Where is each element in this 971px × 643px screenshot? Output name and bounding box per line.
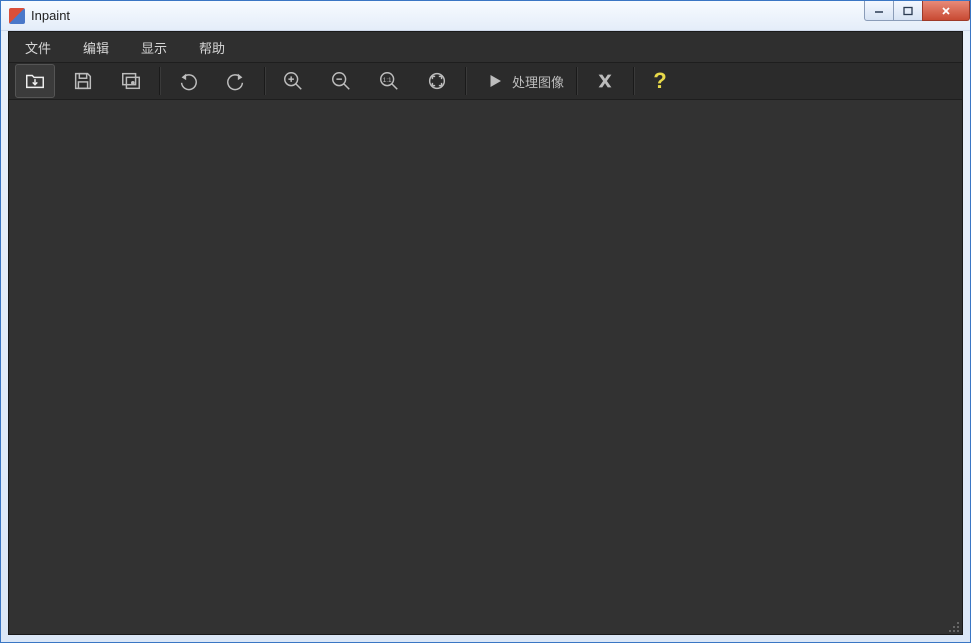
maximize-button[interactable] (893, 1, 923, 21)
app-window: Inpaint 文件 编辑 显示 帮助 (0, 0, 971, 643)
zoom-fit-icon (426, 70, 448, 92)
redo-button[interactable] (216, 64, 256, 98)
close-button[interactable] (922, 1, 970, 21)
zoom-actual-button[interactable]: 1:1 (369, 64, 409, 98)
toolbar-separator (576, 67, 577, 95)
window-controls (865, 1, 970, 21)
minimize-icon (873, 6, 885, 16)
save-button[interactable] (63, 64, 103, 98)
cancel-button[interactable] (585, 64, 625, 98)
resize-grip-icon (948, 621, 960, 633)
save-icon (72, 70, 94, 92)
zoom-out-button[interactable] (321, 64, 361, 98)
menu-help[interactable]: 帮助 (189, 32, 247, 63)
cancel-icon (594, 70, 616, 92)
gallery-button[interactable] (111, 64, 151, 98)
toolbar-separator (633, 67, 634, 95)
process-label: 处理图像 (512, 72, 564, 91)
window-title: Inpaint (31, 8, 70, 23)
zoom-in-icon (282, 70, 304, 92)
titlebar[interactable]: Inpaint (1, 1, 970, 31)
app-icon (9, 8, 25, 24)
toolbar: 1:1 处理图像 (9, 62, 962, 100)
open-button[interactable] (15, 64, 55, 98)
toolbar-separator (159, 67, 160, 95)
help-button[interactable]: ? (642, 68, 678, 94)
close-icon (940, 6, 952, 16)
resize-grip[interactable] (948, 620, 960, 632)
menubar: 文件 编辑 显示 帮助 (9, 32, 962, 62)
zoom-in-button[interactable] (273, 64, 313, 98)
svg-text:1:1: 1:1 (383, 77, 392, 84)
minimize-button[interactable] (864, 1, 894, 21)
menu-edit[interactable]: 编辑 (73, 32, 131, 63)
toolbar-separator (264, 67, 265, 95)
app-body: 文件 编辑 显示 帮助 (8, 31, 963, 635)
toolbar-separator (465, 67, 466, 95)
menu-view[interactable]: 显示 (131, 32, 189, 63)
undo-icon (177, 70, 199, 92)
zoom-actual-icon: 1:1 (378, 70, 400, 92)
redo-icon (225, 70, 247, 92)
zoom-out-icon (330, 70, 352, 92)
open-icon (24, 70, 46, 92)
menu-file[interactable]: 文件 (15, 32, 73, 63)
maximize-icon (902, 6, 914, 16)
gallery-icon (120, 70, 142, 92)
workspace-canvas[interactable] (9, 100, 962, 634)
zoom-fit-button[interactable] (417, 64, 457, 98)
play-icon (486, 72, 504, 90)
undo-button[interactable] (168, 64, 208, 98)
process-button[interactable]: 处理图像 (474, 64, 576, 98)
